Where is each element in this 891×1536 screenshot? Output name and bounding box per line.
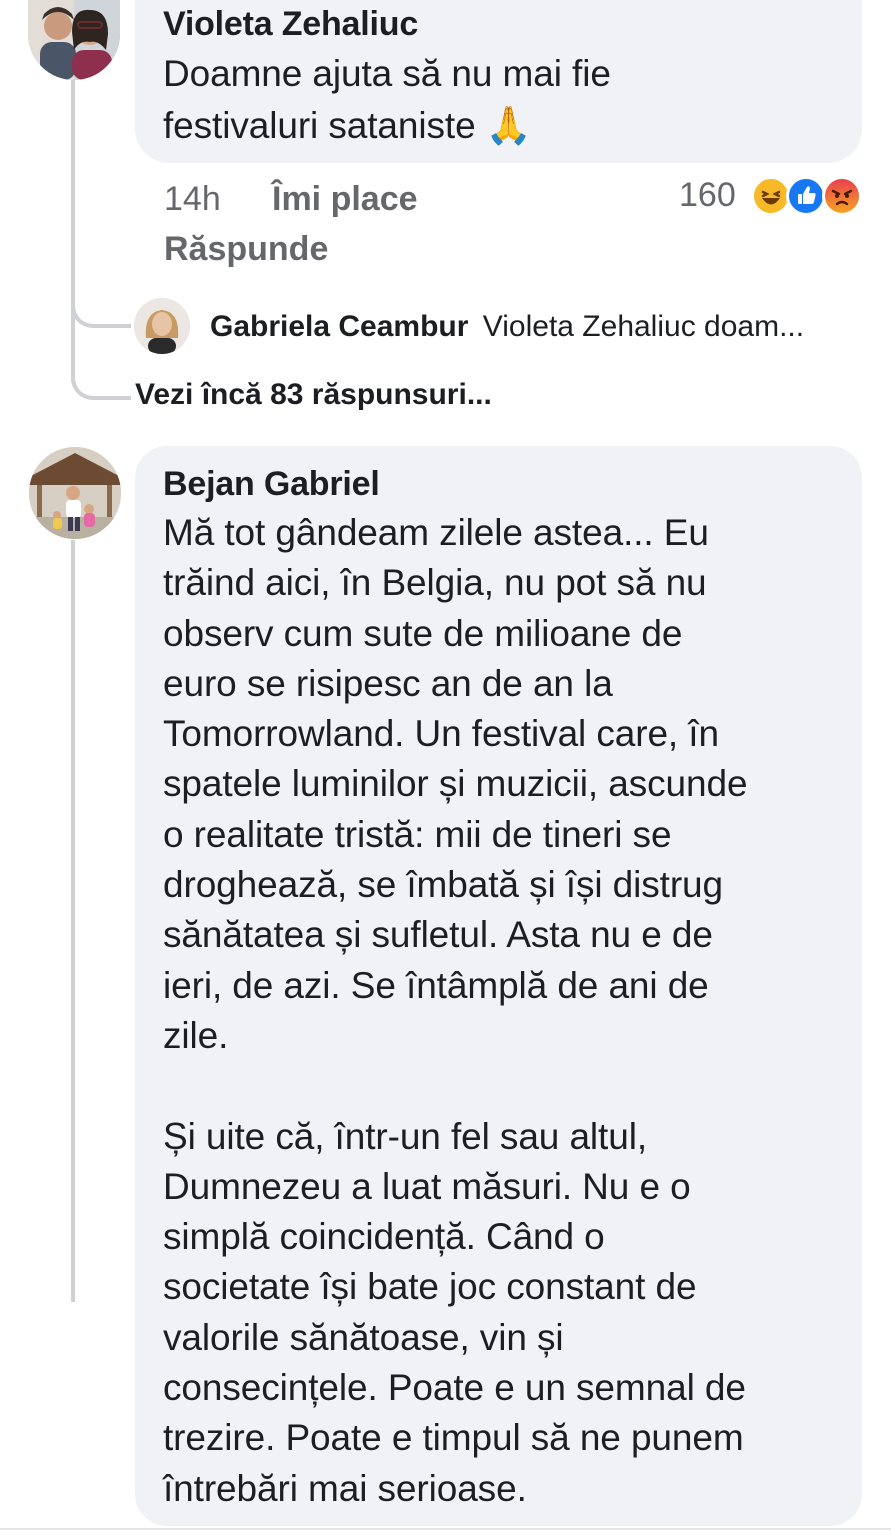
like-icon [786,176,826,216]
thread-line [71,540,75,1302]
thread-line [71,62,75,382]
reply-text: Violeta Zehaliuc doam... [482,310,805,343]
reply-avatar[interactable] [134,298,190,354]
comment-text: Mă tot gândeam zilele astea... Eu trăind… [163,512,748,1509]
comment-bubble[interactable]: Bejan Gabriel Mă tot gândeam zilele aste… [135,446,862,1526]
thread-branch [71,370,131,400]
avatar-photo-icon [134,298,190,354]
avatar-photo-icon [28,0,120,80]
angry-icon [822,176,862,216]
reply-preview[interactable]: Gabriela Ceambur Violeta Zehaliuc doam..… [210,310,804,344]
comment-text: Doamne ajuta să nu mai fie festivaluri s… [163,53,611,146]
like-button[interactable]: Îmi place [272,180,418,219]
thread-branch [71,300,131,328]
reply-button[interactable]: Răspunde [164,230,328,269]
avatar[interactable] [29,447,121,539]
haha-icon [751,176,791,216]
comment-timestamp[interactable]: 14h [164,180,221,219]
comment-author[interactable]: Violeta Zehaliuc [163,4,418,44]
divider [0,1528,891,1530]
avatar-photo-icon [29,447,121,539]
avatar[interactable] [28,0,120,80]
see-more-replies-link[interactable]: Vezi încă 83 răspunsuri... [135,378,492,412]
comment-author[interactable]: Bejan Gabriel [163,464,380,504]
reply-author[interactable]: Gabriela Ceambur [210,310,468,343]
comment-bubble[interactable]: Violeta Zehaliuc Doamne ajuta să nu mai … [135,0,862,163]
reaction-count[interactable]: 160 [679,176,736,215]
